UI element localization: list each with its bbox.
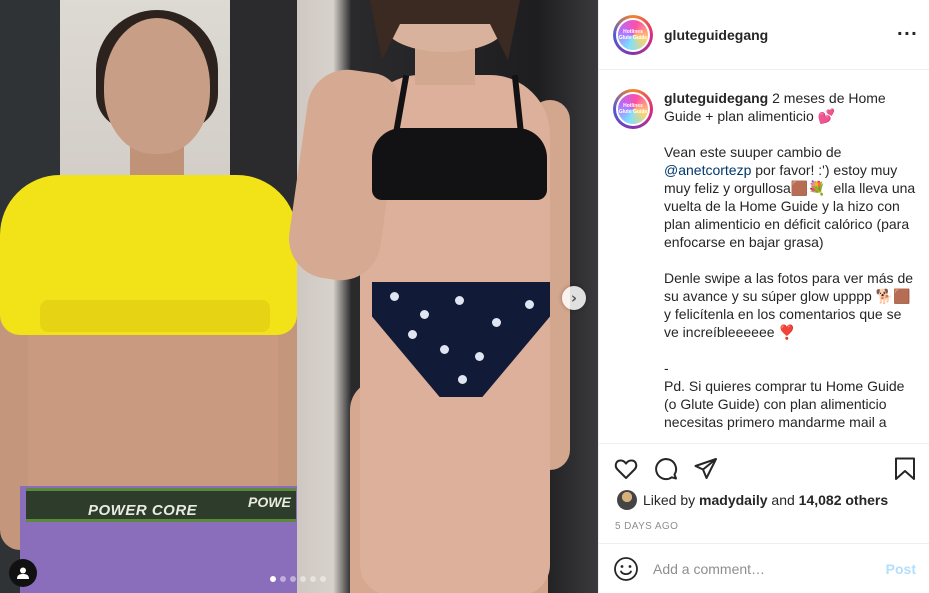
post-media[interactable]: POWER CORE POWE › (0, 0, 598, 593)
heart-icon[interactable] (613, 456, 639, 482)
carousel-dot (300, 576, 306, 582)
liker-username[interactable]: madydaily (699, 492, 767, 508)
chevron-right-icon: › (570, 289, 578, 307)
post-comment-button[interactable]: Post (886, 561, 916, 577)
before-photo: POWER CORE POWE (0, 0, 297, 593)
post-sidebar: Hotlines Glute Guide gluteguidegang ··· … (598, 0, 929, 593)
caption-avatar[interactable]: Hotlines Glute Guide (613, 89, 653, 129)
caption-text: gluteguidegang 2 meses de Home Guide + p… (664, 89, 920, 431)
carousel-dot (310, 576, 316, 582)
comment-icon[interactable] (653, 456, 679, 482)
likes-count[interactable]: 14,082 others (799, 492, 889, 508)
caption-area: Hotlines Glute Guide gluteguidegang 2 me… (599, 71, 929, 443)
black-top (372, 128, 547, 200)
caption-username[interactable]: gluteguidegang (664, 90, 768, 106)
avatar-image: Hotlines Glute Guide (616, 17, 650, 52)
post-header: Hotlines Glute Guide gluteguidegang ··· (599, 0, 929, 70)
liker-avatar[interactable] (617, 490, 637, 510)
comment-input[interactable] (653, 560, 873, 577)
user-tag-button[interactable] (9, 559, 37, 587)
carousel-dot (320, 576, 326, 582)
bookmark-icon[interactable] (892, 456, 918, 482)
caption-mention-link[interactable]: @anetcortezp (664, 162, 751, 178)
user-tag-icon (17, 567, 29, 579)
likes-line: Liked by madydaily and 14,082 others (617, 490, 888, 510)
shorts-waistband-text: POWER CORE (88, 502, 198, 519)
post-timestamp[interactable]: 5 DAYS AGO (615, 521, 678, 532)
avatar[interactable]: Hotlines Glute Guide (613, 14, 653, 55)
header-username[interactable]: gluteguidegang (664, 27, 768, 43)
emoji-icon[interactable] (613, 556, 639, 582)
more-icon[interactable]: ··· (897, 24, 918, 43)
share-icon[interactable] (693, 456, 719, 482)
likes-middle: and (771, 492, 795, 508)
comment-bar: Post (599, 543, 929, 593)
shorts-waistband-text-2: POWE (248, 494, 291, 510)
carousel-dot (290, 576, 296, 582)
caption: Hotlines Glute Guide gluteguidegang 2 me… (613, 89, 920, 431)
action-bar: Liked by madydaily and 14,082 others 5 D… (599, 443, 929, 543)
caption-body: por favor! :') estoy muy muy feliz y org… (664, 162, 916, 430)
next-image-button[interactable]: › (562, 286, 586, 310)
carousel-dot (280, 576, 286, 582)
carousel-indicators (270, 576, 326, 582)
carousel-dot (270, 576, 276, 582)
likes-prefix: Liked by (643, 492, 696, 508)
caption-avatar-image: Hotlines Glute Guide (616, 92, 650, 126)
